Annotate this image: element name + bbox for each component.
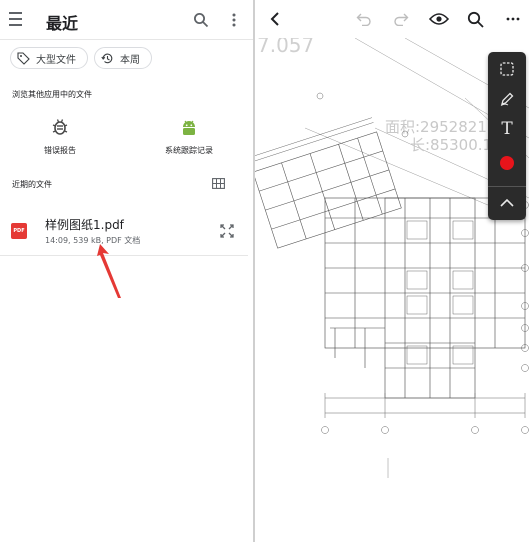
select-rectangle-icon — [500, 62, 514, 76]
page-title: 最近 — [46, 14, 79, 33]
recent-files-label: 近期的文件 — [12, 180, 52, 189]
redo-icon[interactable] — [392, 10, 410, 28]
chip-large-files[interactable]: 大型文件 — [10, 47, 88, 69]
more-horiz-icon[interactable] — [503, 9, 523, 29]
annotation-toolbox: T — [488, 52, 526, 220]
pdf-viewer-pane: 7.057 面积:2952821 长:85300.1 T — [255, 0, 529, 542]
app-system-trace[interactable]: 系统跟踪记录 — [139, 118, 239, 156]
pen-tool[interactable] — [488, 84, 526, 114]
app-system-trace-label: 系统跟踪记录 — [165, 146, 213, 155]
file-meta: 14:09, 539 kB, PDF 文档 — [45, 236, 141, 245]
color-picker[interactable] — [488, 148, 526, 178]
history-icon — [101, 53, 113, 63]
android-icon — [183, 120, 195, 135]
picker-top-bar: 最近 — [0, 0, 253, 40]
chip-this-week[interactable]: 本周 — [94, 47, 152, 69]
chevron-up-icon — [500, 198, 514, 207]
browse-other-apps-label: 浏览其他应用中的文件 — [12, 90, 92, 99]
app-bug-report-label: 错误报告 — [44, 146, 76, 155]
drawing-dimension-text: 7.057 — [257, 38, 314, 57]
search-icon[interactable] — [191, 10, 211, 30]
more-vert-icon[interactable] — [226, 10, 242, 30]
text-tool[interactable]: T — [488, 114, 526, 144]
eye-icon[interactable] — [428, 9, 450, 29]
file-list-item[interactable]: PDF 样例图纸1.pdf 14:09, 539 kB, PDF 文档 — [0, 210, 248, 256]
length-measurement-text: 长:85300.1 — [410, 136, 492, 154]
file-picker-pane: 最近 大型文件 本周 浏览其他应用中的文件 错误报告 系统跟踪记录 近期的文件 … — [0, 0, 253, 542]
menu-icon[interactable] — [4, 8, 26, 30]
area-measurement-text: 面积:2952821 — [385, 118, 487, 136]
file-name: 样例图纸1.pdf — [45, 218, 124, 232]
grid-view-icon[interactable] — [210, 176, 226, 190]
viewer-search-icon[interactable] — [465, 9, 485, 29]
pdf-file-icon: PDF — [11, 223, 27, 239]
undo-icon[interactable] — [355, 10, 373, 28]
select-tool[interactable] — [488, 54, 526, 84]
chip-this-week-label: 本周 — [120, 54, 140, 66]
expand-icon[interactable] — [218, 222, 236, 240]
collapse-toolbox-button[interactable] — [488, 186, 526, 218]
viewer-top-bar — [255, 0, 529, 38]
back-arrow-icon[interactable] — [265, 9, 285, 29]
pen-icon — [500, 92, 514, 106]
bug-icon — [52, 119, 68, 135]
active-color-swatch — [500, 156, 514, 170]
text-tool-glyph: T — [501, 119, 513, 139]
tag-icon — [17, 51, 30, 65]
app-bug-report[interactable]: 错误报告 — [10, 118, 110, 156]
chip-large-files-label: 大型文件 — [36, 54, 76, 66]
